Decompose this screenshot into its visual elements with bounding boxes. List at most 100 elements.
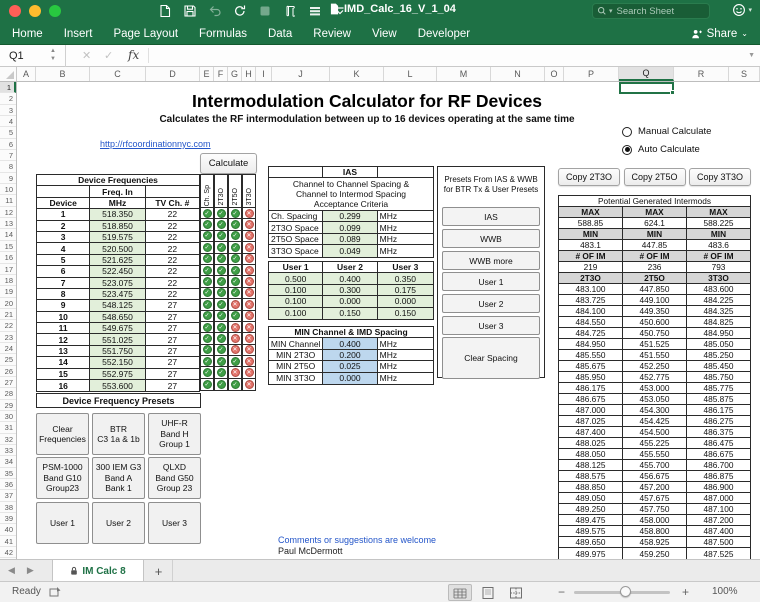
add-sheet-button[interactable]: + (145, 560, 173, 582)
column-header-j[interactable]: J (272, 67, 330, 81)
user-spacing-cell[interactable]: 0.350 (378, 273, 433, 283)
device-frequency-cell[interactable]: 518.350 (90, 209, 145, 219)
tv-channel-cell[interactable]: 22 (146, 255, 199, 265)
device-frequency-cell[interactable]: 522.450 (90, 266, 145, 276)
row-header-23[interactable]: 23 (0, 332, 16, 343)
row-header-4[interactable]: 4 (0, 116, 16, 127)
device-frequency-cell[interactable]: 520.500 (90, 243, 145, 253)
ribbon-tab-view[interactable]: View (372, 28, 397, 40)
row-header-17[interactable]: 17 (0, 264, 16, 275)
page-break-view-icon[interactable] (504, 584, 528, 601)
user-spacing-cell[interactable]: 0.100 (269, 285, 323, 295)
column-header-m[interactable]: M (437, 67, 491, 81)
column-header-o[interactable]: O (545, 67, 564, 81)
minimize-window-button[interactable] (29, 5, 41, 17)
spacing-value-cell[interactable]: 0.099 (323, 222, 377, 232)
page-layout-view-icon[interactable] (476, 584, 500, 601)
freq-preset-button-psm-1000-band-g10-group23[interactable]: PSM-1000Band G10Group23 (36, 457, 89, 499)
tv-channel-cell[interactable]: 22 (146, 209, 199, 219)
confirm-entry-icon[interactable]: ✓ (104, 49, 113, 62)
row-header-30[interactable]: 30 (0, 411, 16, 422)
copy-2t3o-button[interactable]: Copy 2T3O (558, 168, 620, 186)
feedback-smiley-button[interactable]: ▾ (732, 3, 752, 17)
user-spacing-cell[interactable]: 0.100 (269, 296, 323, 306)
freq-preset-button-user-2[interactable]: User 2 (92, 502, 145, 544)
tv-channel-cell[interactable]: 27 (146, 300, 199, 310)
row-header-35[interactable]: 35 (0, 468, 16, 479)
row-header-11[interactable]: 11 (0, 195, 16, 206)
table-icon[interactable] (308, 4, 322, 18)
comments-link[interactable]: Comments or suggestions are welcome (278, 535, 436, 545)
name-box[interactable]: Q1 ▲▼ (0, 45, 66, 67)
user-spacing-cell[interactable]: 0.150 (323, 308, 377, 319)
freq-preset-button-uhf-r-band-h-group-1[interactable]: UHF-RBand HGroup 1 (148, 413, 201, 455)
column-header-r[interactable]: R (674, 67, 729, 81)
column-header-f[interactable]: F (214, 67, 228, 81)
column-header-s[interactable]: S (729, 67, 760, 81)
selected-cell-q1[interactable] (619, 82, 674, 94)
device-frequency-cell[interactable]: 552.150 (90, 357, 145, 367)
row-header-39[interactable]: 39 (0, 513, 16, 524)
row-header-21[interactable]: 21 (0, 309, 16, 320)
ribbon-tab-home[interactable]: Home (12, 28, 43, 40)
preset-button-user-1[interactable]: User 1 (442, 272, 540, 291)
row-header-31[interactable]: 31 (0, 422, 16, 433)
spacing-value-cell[interactable]: 0.299 (323, 211, 377, 221)
min-value-cell[interactable]: 0.000 (323, 373, 377, 384)
tv-channel-cell[interactable]: 27 (146, 346, 199, 356)
formula-bar-expand-icon[interactable]: ▼ (748, 52, 755, 59)
row-header-37[interactable]: 37 (0, 490, 16, 501)
column-header-l[interactable]: L (384, 67, 437, 81)
fill-handle[interactable] (670, 90, 675, 95)
device-frequency-cell[interactable]: 551.750 (90, 346, 145, 356)
column-header-q[interactable]: Q (619, 67, 674, 81)
row-header-15[interactable]: 15 (0, 241, 16, 252)
row-header-41[interactable]: 41 (0, 536, 16, 547)
zoom-in-button[interactable]: + (682, 585, 689, 599)
column-header-g[interactable]: G (228, 67, 242, 81)
row-header-34[interactable]: 34 (0, 456, 16, 467)
row-header-33[interactable]: 33 (0, 445, 16, 456)
row-header-5[interactable]: 5 (0, 127, 16, 138)
row-header-27[interactable]: 27 (0, 377, 16, 388)
column-header-b[interactable]: B (36, 67, 90, 81)
device-frequency-cell[interactable]: 518.850 (90, 221, 145, 231)
user-spacing-cell[interactable]: 0.000 (323, 296, 377, 306)
preset-button-wwb-more[interactable]: WWB more (442, 251, 540, 270)
tv-channel-cell[interactable]: 27 (146, 369, 199, 379)
row-header-8[interactable]: 8 (0, 161, 16, 172)
device-frequency-cell[interactable]: 523.475 (90, 289, 145, 299)
tv-channel-cell[interactable]: 27 (146, 312, 199, 322)
row-header-26[interactable]: 26 (0, 366, 16, 377)
device-frequency-cell[interactable]: 523.075 (90, 278, 145, 288)
row-header-20[interactable]: 20 (0, 298, 16, 309)
close-window-button[interactable] (9, 5, 21, 17)
freq-preset-button-btr-c3-1a-1b[interactable]: BTRC3 1a & 1b (92, 413, 145, 455)
freq-preset-button-user-1[interactable]: User 1 (36, 502, 89, 544)
insert-function-icon[interactable]: fx (128, 48, 139, 62)
ribbon-tab-data[interactable]: Data (268, 28, 292, 40)
freq-preset-button-qlxd-band-g50-group-23[interactable]: QLXDBand G50Group 23 (148, 457, 201, 499)
share-button[interactable]: Share ⌄ (690, 22, 748, 45)
spacing-value-cell[interactable]: 0.089 (323, 234, 377, 244)
manual-calculate-radio[interactable]: Manual Calculate (622, 126, 711, 137)
sheet-tab[interactable]: IM Calc 8 (52, 560, 144, 582)
new-workbook-icon[interactable] (158, 4, 172, 18)
user-spacing-cell[interactable]: 0.100 (269, 308, 323, 319)
device-frequency-cell[interactable]: 553.600 (90, 380, 145, 391)
row-header-3[interactable]: 3 (0, 105, 16, 116)
preset-button-clear-spacing[interactable]: Clear Spacing (442, 337, 540, 379)
row-header-42[interactable]: 42 (0, 547, 16, 558)
row-header-10[interactable]: 10 (0, 184, 16, 195)
column-header-p[interactable]: P (564, 67, 619, 81)
tv-channel-cell[interactable]: 22 (146, 289, 199, 299)
column-header-i[interactable]: I (256, 67, 272, 81)
row-header-25[interactable]: 25 (0, 354, 16, 365)
column-header-a[interactable]: A (17, 67, 36, 81)
tv-channel-cell[interactable]: 22 (146, 278, 199, 288)
row-header-14[interactable]: 14 (0, 229, 16, 240)
ribbon-tab-insert[interactable]: Insert (64, 28, 93, 40)
row-header-19[interactable]: 19 (0, 286, 16, 297)
column-header-k[interactable]: K (330, 67, 384, 81)
device-frequency-cell[interactable]: 519.575 (90, 232, 145, 242)
